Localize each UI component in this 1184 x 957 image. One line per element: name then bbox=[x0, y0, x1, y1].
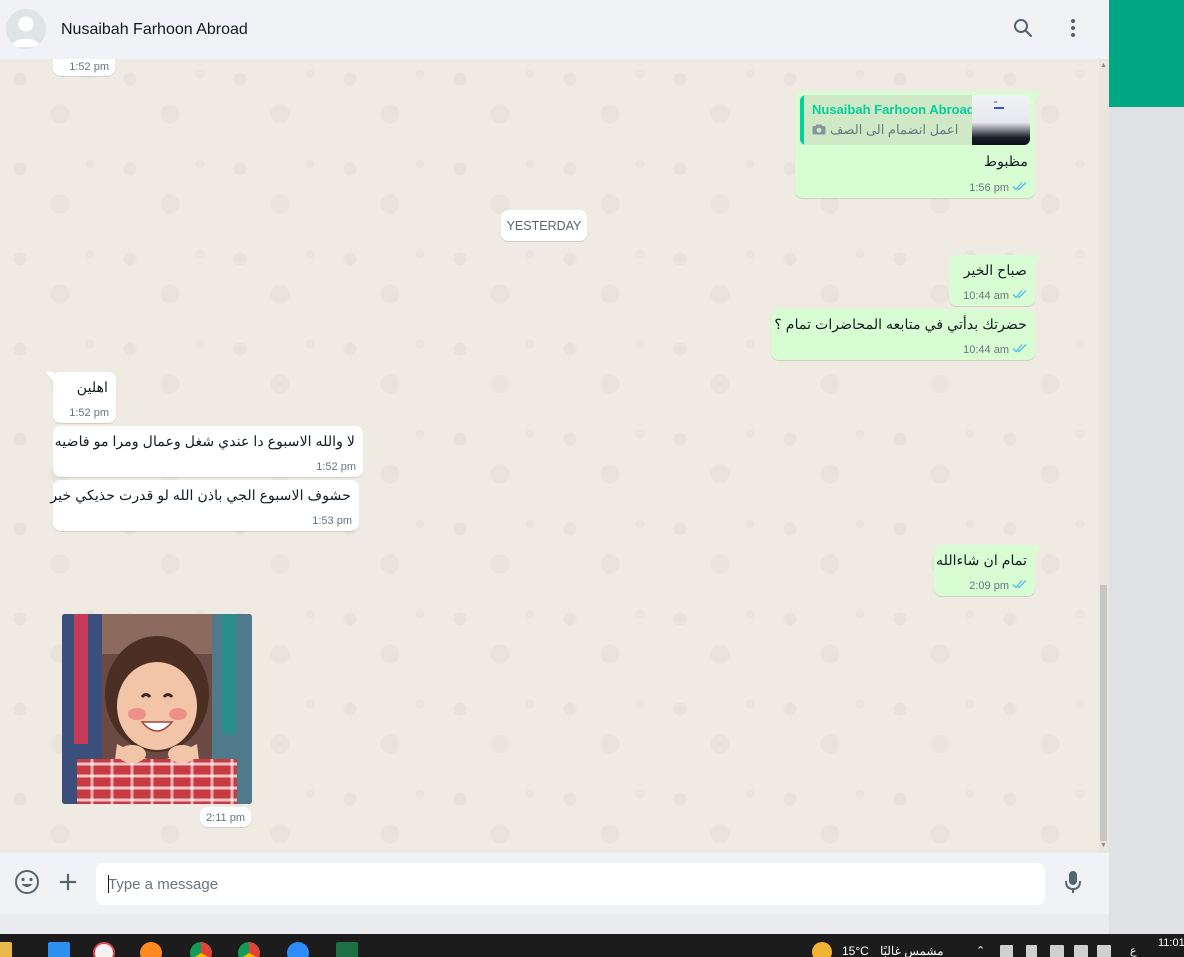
date-divider: YESTERDAY bbox=[501, 210, 587, 241]
read-tick-icon bbox=[1012, 343, 1028, 356]
app-pinwheel-icon[interactable] bbox=[93, 942, 115, 957]
quote-accent-bar bbox=[800, 95, 804, 145]
emoji-icon bbox=[14, 869, 40, 900]
read-tick-icon bbox=[1012, 181, 1028, 194]
message-time: 1:52 pm bbox=[69, 407, 109, 419]
tray-app-icon-2[interactable] bbox=[1050, 945, 1064, 957]
message-bubble-incoming[interactable]: 1:52 pm bbox=[53, 59, 115, 76]
volume-icon[interactable] bbox=[1097, 945, 1111, 957]
message-composer bbox=[0, 853, 1109, 914]
quoted-message[interactable]: Nusaibah Farhoon Abroad اعمل انضمام الى … bbox=[800, 95, 1030, 145]
wifi-icon[interactable] bbox=[1074, 945, 1088, 957]
quoted-text: اعمل انضمام الى الصف bbox=[830, 122, 959, 137]
scroll-down-arrow-icon[interactable]: ▼ bbox=[1100, 842, 1107, 849]
message-input-box[interactable] bbox=[96, 863, 1045, 905]
quoted-sender: Nusaibah Farhoon Abroad bbox=[812, 102, 975, 117]
menu-button[interactable] bbox=[1060, 17, 1086, 43]
bubble-tail bbox=[1034, 91, 1042, 101]
bubble-tail bbox=[1034, 545, 1042, 555]
message-time: 1:53 pm bbox=[312, 515, 352, 527]
message-text: اهلين bbox=[76, 380, 108, 396]
weather-sun-icon[interactable] bbox=[812, 942, 832, 957]
quoted-image-thumbnail bbox=[972, 95, 1030, 145]
menu-dots-icon bbox=[1070, 18, 1076, 43]
chrome-icon-2[interactable] bbox=[238, 942, 260, 957]
message-text: حضرتك بدأتي في متابعه المحاضرات تمام ؟ bbox=[774, 317, 1027, 333]
message-bubble-outgoing-reply[interactable]: Nusaibah Farhoon Abroad اعمل انضمام الى … bbox=[795, 91, 1042, 198]
message-time: 1:56 pm bbox=[969, 181, 1009, 194]
message-bubble-incoming[interactable]: اهلين 1:52 pm bbox=[46, 372, 116, 423]
os-taskbar: 15°C مشمس غالبًا ⌃ ع 11:01 bbox=[0, 934, 1184, 957]
bubble-tail bbox=[46, 372, 54, 382]
emoji-button[interactable] bbox=[13, 869, 41, 900]
message-bubble-outgoing[interactable]: صباح الخير 10:44 am bbox=[949, 255, 1042, 306]
background-accent-band bbox=[1109, 0, 1184, 107]
message-bubble-incoming[interactable]: حشوف الاسبوع الجي باذن الله لو قدرت حذيك… bbox=[50, 480, 359, 531]
search-button[interactable] bbox=[1010, 17, 1036, 43]
quoted-text-row: اعمل انضمام الى الصف bbox=[812, 122, 958, 138]
weather-description[interactable]: مشمس غالبًا bbox=[880, 944, 944, 957]
message-bubble-outgoing[interactable]: حضرتك بدأتي في متابعه المحاضرات تمام ؟ 1… bbox=[771, 309, 1035, 360]
firefox-icon[interactable] bbox=[140, 942, 162, 957]
message-text: تمام ان شاءالله bbox=[936, 553, 1027, 569]
camera-icon bbox=[812, 123, 826, 138]
message-time: 10:44 am bbox=[963, 289, 1009, 302]
message-time: 10:44 am bbox=[963, 343, 1009, 356]
weather-temp[interactable]: 15°C bbox=[842, 944, 869, 957]
contact-name[interactable]: Nusaibah Farhoon Abroad bbox=[61, 21, 248, 39]
message-text: حشوف الاسبوع الجي باذن الله لو قدرت حذيك… bbox=[50, 488, 351, 504]
voice-message-button[interactable] bbox=[1059, 870, 1087, 898]
chat-header[interactable]: Nusaibah Farhoon Abroad bbox=[0, 0, 1109, 60]
message-time: 1:52 pm bbox=[69, 61, 109, 73]
file-explorer-icon[interactable] bbox=[0, 942, 12, 957]
image-time-badge: 2:11 pm bbox=[200, 807, 251, 827]
read-tick-icon bbox=[1012, 579, 1028, 592]
excel-icon[interactable] bbox=[336, 942, 358, 957]
message-bubble-incoming[interactable]: لا والله الاسبوع دا عندي شغل وعمال ومرا … bbox=[53, 426, 363, 477]
message-time: 2:09 pm bbox=[969, 579, 1009, 592]
attach-button[interactable] bbox=[54, 870, 82, 898]
microphone-icon bbox=[1065, 870, 1081, 899]
attach-plus-icon bbox=[58, 872, 78, 897]
message-text: لا والله الاسبوع دا عندي شغل وعمال ومرا … bbox=[54, 434, 355, 450]
image-message[interactable] bbox=[62, 614, 252, 804]
zoom-icon[interactable] bbox=[287, 942, 309, 957]
message-text: مظبوط bbox=[984, 154, 1028, 170]
scrollbar-thumb[interactable] bbox=[1100, 585, 1107, 841]
battery-icon[interactable] bbox=[1026, 945, 1037, 957]
search-icon bbox=[1013, 18, 1033, 43]
whatsapp-window: Nusaibah Farhoon Abroad 1:52 pm Nusaibah… bbox=[0, 0, 1109, 914]
tray-app-icon[interactable] bbox=[1000, 945, 1013, 957]
app-blue-icon[interactable] bbox=[48, 942, 70, 957]
message-input[interactable] bbox=[108, 863, 1028, 905]
chrome-icon[interactable] bbox=[190, 942, 212, 957]
message-time: 1:52 pm bbox=[316, 461, 356, 473]
avatar[interactable] bbox=[6, 9, 46, 49]
message-text: صباح الخير bbox=[963, 263, 1027, 279]
tray-chevron-icon[interactable]: ⌃ bbox=[976, 944, 985, 957]
message-list[interactable]: 1:52 pm Nusaibah Farhoon Abroad اعمل انض… bbox=[0, 59, 1099, 853]
read-tick-icon bbox=[1012, 289, 1028, 302]
background-panel bbox=[1109, 107, 1184, 934]
message-time: 2:11 pm bbox=[206, 812, 245, 824]
text-caret bbox=[108, 875, 109, 893]
message-bubble-outgoing[interactable]: تمام ان شاءالله 2:09 pm bbox=[934, 545, 1042, 596]
bubble-tail bbox=[1034, 255, 1042, 265]
clock[interactable]: 11:01 bbox=[1158, 937, 1184, 949]
scroll-up-arrow-icon[interactable]: ▲ bbox=[1100, 62, 1107, 69]
language-indicator[interactable]: ع bbox=[1130, 944, 1137, 957]
